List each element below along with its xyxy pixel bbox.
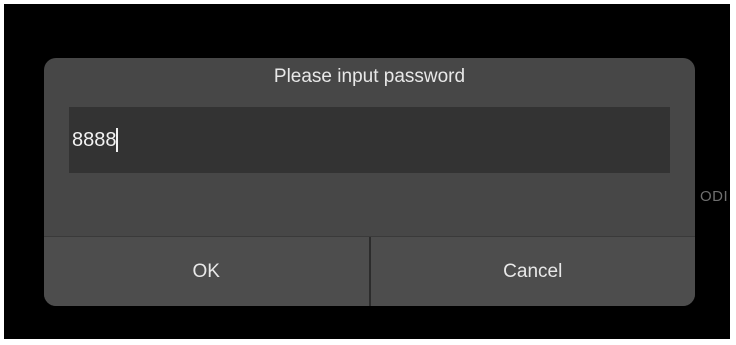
text-caret xyxy=(115,128,118,152)
dialog-button-row: OK Cancel xyxy=(44,236,695,306)
password-dialog: Please input password 8888 OK Cancel xyxy=(44,58,695,306)
ok-button[interactable]: OK xyxy=(44,237,369,306)
background-partial-text: ODI xyxy=(700,188,729,205)
cancel-button[interactable]: Cancel xyxy=(371,237,696,306)
password-input[interactable]: 8888 xyxy=(69,107,670,173)
dialog-title: Please input password xyxy=(273,66,466,87)
password-value: 8888 xyxy=(72,128,117,151)
device-screen: ODI Please input password 8888 OK Cancel xyxy=(4,4,730,339)
